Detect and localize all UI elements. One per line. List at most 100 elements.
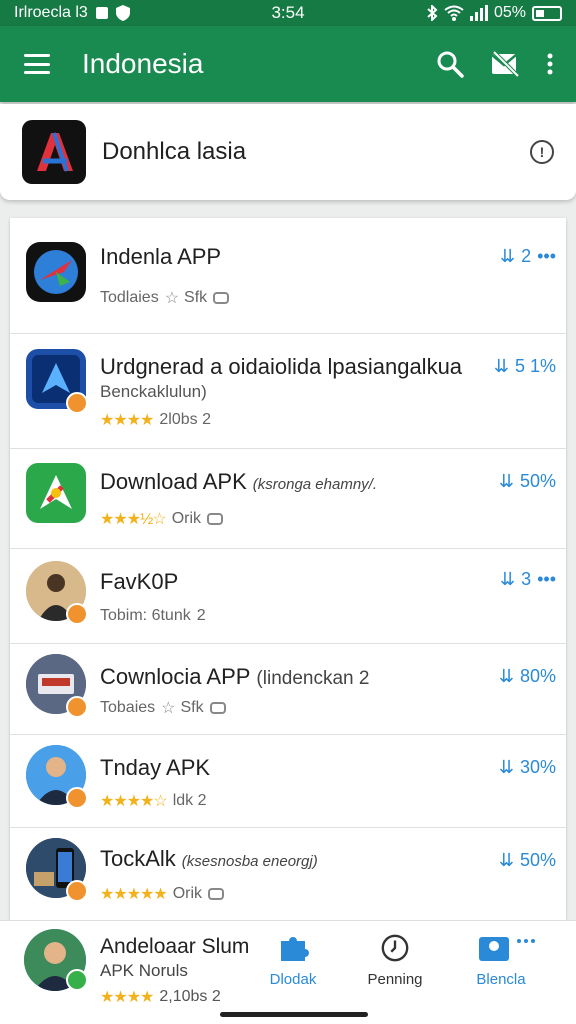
list-item[interactable]: TockAlk (ksesnosba eneorgj) ★★★★★ Orik ⇊ … (10, 828, 566, 920)
app-title: Cownlocia APP (lindenckan 2 (100, 664, 369, 690)
app-list: Indenla APP Todlaies ☆ Sfk ⇊ 2 ••• Urdgn… (10, 218, 566, 920)
comment-icon (209, 702, 226, 714)
app-meta: Tobaies ☆ Sfk (100, 698, 226, 718)
star-rating: ★★★★☆ (100, 793, 168, 810)
nav-label: Blencla (476, 971, 526, 988)
search-icon[interactable] (436, 50, 464, 78)
app-title: Download APK (ksronga ehamny/. (100, 469, 377, 495)
list-item[interactable]: FavK0P Tobim: 6tunk 2 ⇊ 3 ••• (10, 549, 566, 644)
bottom-bar: Andeloaar Slum APK Noruls ★★★★ 2,10bs 2 … (0, 920, 576, 1024)
app-meta: Todlaies ☆ Sfk (100, 288, 230, 308)
row-value: 3 (521, 569, 532, 589)
app-size: Orik (171, 510, 202, 527)
list-item[interactable]: Tnday APK ★★★★☆ ldk 2 ⇊ 30% (10, 735, 566, 828)
home-indicator[interactable] (220, 1012, 368, 1017)
badge-icon (66, 392, 88, 414)
app-meta-text: Tobaies (100, 699, 156, 716)
clock: 3:54 (271, 3, 305, 22)
clock-icon (381, 934, 409, 962)
comment-icon (213, 292, 230, 304)
nav-label: Dlodak (269, 971, 317, 988)
app-bar: Indonesia (0, 26, 576, 102)
download-icon: ⇊ (498, 666, 514, 686)
nav-item-blencla[interactable]: Blencla (456, 933, 546, 988)
app-meta: ★★★★★ Orik (100, 884, 225, 904)
comment-icon (208, 888, 225, 900)
list-item[interactable]: Download APK (ksronga ehamny/. ★★★½☆ Orik… (10, 449, 566, 549)
row-actions[interactable]: ⇊ 30% (499, 757, 556, 778)
app-title: Urdgnerad a oidaiolida lpasiangalkua (100, 354, 463, 379)
nav-item-dlodak[interactable]: Dlodak (248, 933, 338, 988)
more-dots-icon[interactable]: ••• (537, 246, 556, 267)
more-dots-icon[interactable]: ••• (537, 569, 556, 590)
app-size: 2,10bs 2 (159, 988, 221, 1005)
app-size: 2l0bs 2 (159, 411, 211, 428)
app-size: 2 (196, 607, 206, 624)
badge-icon (66, 603, 88, 625)
image-icon (479, 937, 535, 961)
row-actions[interactable]: ⇊ 5 1% (494, 356, 556, 377)
row-value: 50% (519, 850, 556, 870)
row-value: 5 1% (514, 356, 556, 376)
app-title: Indenla APP (100, 244, 222, 269)
download-icon: ⇊ (499, 569, 516, 589)
nav-label: Penning (367, 971, 423, 988)
row-actions[interactable]: ⇊ 50% (499, 850, 556, 871)
app-size: Orik (172, 885, 203, 902)
bottom-app-subtitle: APK Noruls (100, 961, 188, 980)
row-actions[interactable]: ⇊ 2 ••• (500, 246, 556, 267)
battery-icon (532, 5, 562, 21)
row-value: 2 (521, 246, 532, 266)
app-meta-text: Tobim: 6tunk (100, 607, 191, 624)
star-rating: ★★★½☆ (100, 511, 167, 528)
list-item[interactable]: Indenla APP Todlaies ☆ Sfk ⇊ 2 ••• (10, 218, 566, 334)
app-title: TockAlk (ksesnosba eneorgj) (100, 846, 318, 872)
menu-icon[interactable] (24, 54, 50, 74)
status-bar: Irlroecla l3 3:54 05% (0, 0, 576, 26)
puzzle-icon (281, 937, 309, 961)
featured-app-card[interactable]: Donhlca lasia ! (0, 104, 576, 200)
app-title-extra: (lindenckan 2 (256, 668, 370, 689)
star-rating: ☆ (161, 700, 175, 717)
star-rating: ☆ (164, 290, 179, 307)
app-title-text: Cownlocia APP (100, 664, 251, 689)
bottom-app-meta: ★★★★ 2,10bs 2 (100, 987, 221, 1007)
app-size: Sfk (180, 699, 204, 716)
star-rating: ★★★★ (100, 412, 154, 429)
app-title-text: TockAlk (100, 846, 176, 871)
app-meta-text: Todlaies (100, 289, 159, 306)
app-logo-icon (22, 120, 86, 184)
download-icon: ⇊ (498, 471, 514, 491)
app-title: Tnday APK (100, 755, 211, 780)
nav-item-penning[interactable]: Penning (350, 933, 440, 988)
star-rating: ★★★★★ (100, 886, 168, 903)
row-actions[interactable]: ⇊ 80% (499, 666, 556, 687)
app-meta: ★★★★ 2l0bs 2 (100, 410, 211, 430)
badge-icon (66, 969, 88, 991)
mail-off-icon[interactable] (490, 50, 520, 78)
row-actions[interactable]: ⇊ 3 ••• (500, 569, 556, 590)
star-rating: ★★★★ (100, 989, 154, 1006)
app-meta: ★★★★☆ ldk 2 (100, 791, 207, 811)
app-title: FavK0P (100, 569, 179, 594)
badge-icon (66, 880, 88, 902)
info-icon[interactable]: ! (530, 140, 554, 164)
badge-icon (66, 787, 88, 809)
row-value: 80% (519, 666, 556, 686)
list-item[interactable]: Cownlocia APP (lindenckan 2 Tobaies ☆ Sfk… (10, 644, 566, 735)
featured-app-name: Donhlca lasia (102, 138, 247, 165)
page-title: Indonesia (82, 48, 204, 79)
app-icon (26, 463, 86, 523)
app-size: Sfk (184, 289, 208, 306)
app-meta: Tobim: 6tunk 2 (100, 607, 206, 625)
row-value: 30% (519, 757, 556, 777)
app-icon (26, 242, 86, 302)
badge-icon (66, 696, 88, 718)
download-icon: ⇊ (493, 356, 509, 376)
list-item[interactable]: Urdgnerad a oidaiolida lpasiangalkua Ben… (10, 334, 566, 449)
row-value: 50% (519, 471, 556, 491)
row-actions[interactable]: ⇊ 50% (499, 471, 556, 492)
more-vert-icon[interactable] (546, 52, 554, 76)
comment-icon (207, 513, 224, 525)
app-meta: ★★★½☆ Orik (100, 509, 224, 529)
